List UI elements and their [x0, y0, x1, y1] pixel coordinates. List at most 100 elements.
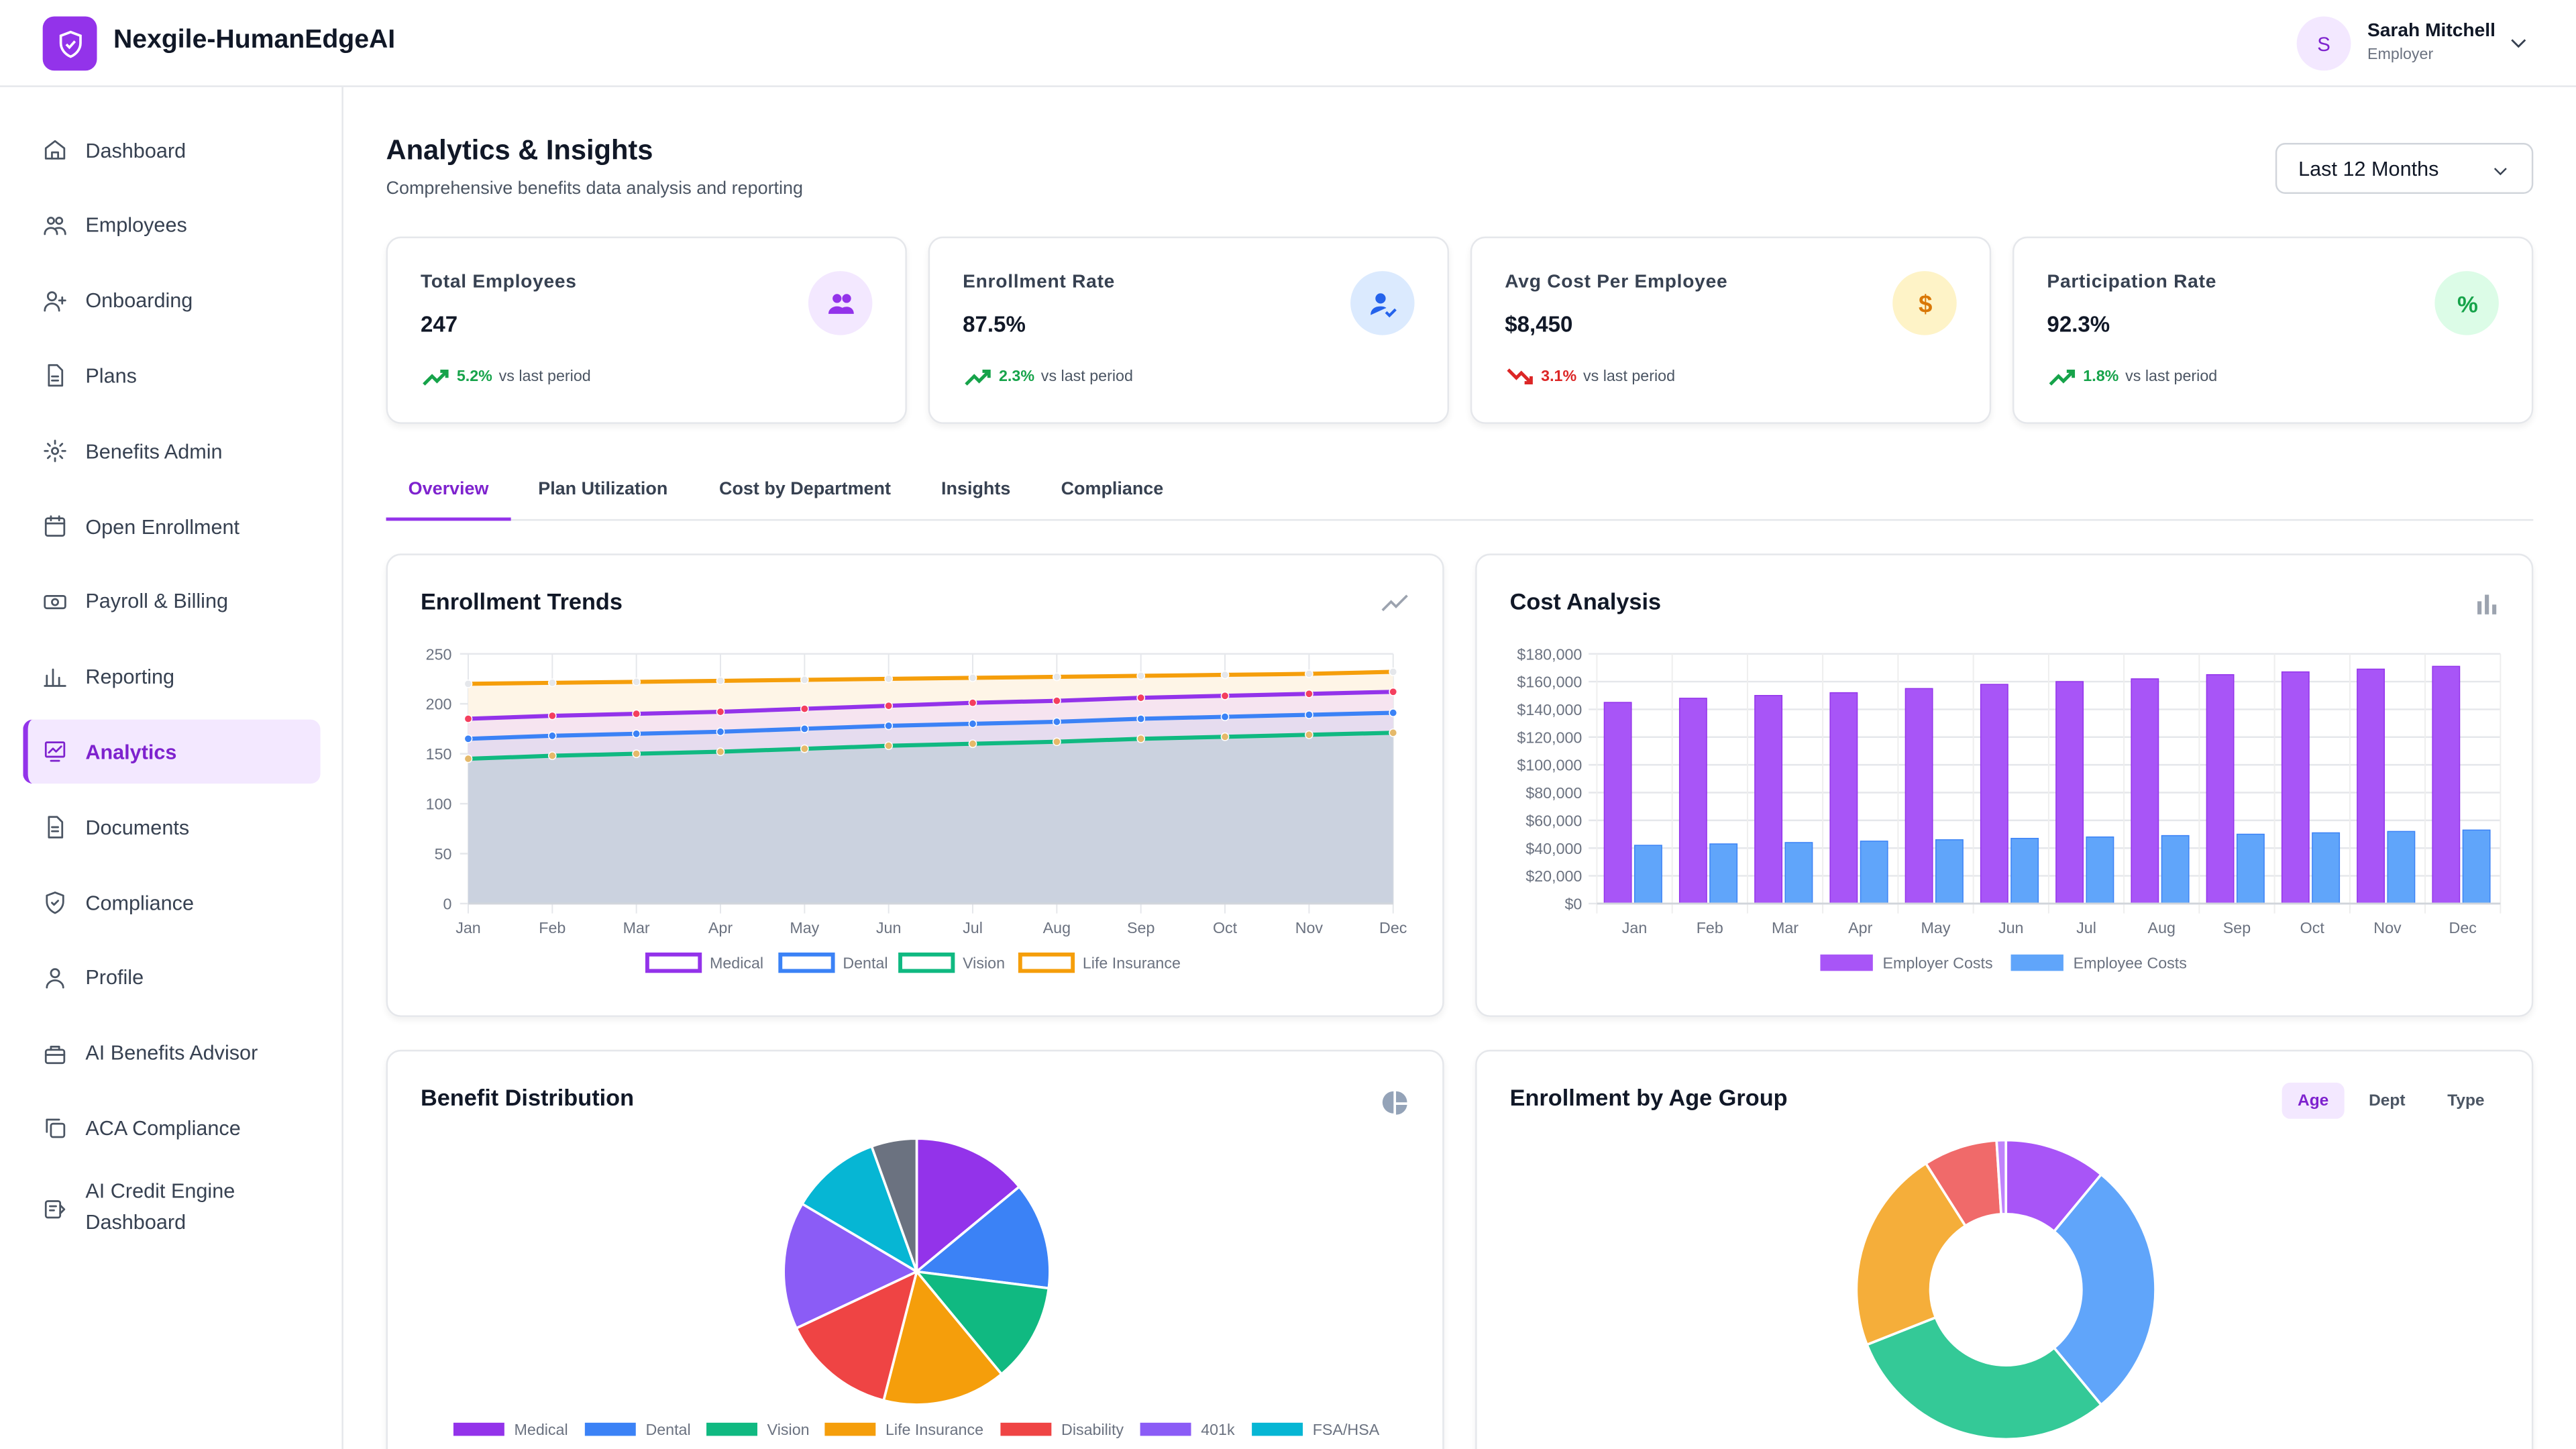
data-point[interactable] [1305, 731, 1313, 739]
sidebar-item-dashboard[interactable]: Dashboard [23, 118, 320, 182]
sidebar-item-ai-benefits-advisor[interactable]: AI Benefits Advisor [23, 1021, 320, 1085]
tab-plan-utilization[interactable]: Plan Utilization [521, 460, 685, 519]
data-point[interactable] [549, 732, 556, 739]
sidebar-item-onboarding[interactable]: Onboarding [23, 269, 320, 333]
sidebar-item-plans[interactable]: Plans [23, 344, 320, 409]
data-point[interactable] [464, 715, 472, 722]
employee-costs-bar[interactable] [1635, 845, 1662, 904]
sidebar-item-benefits-admin[interactable]: Benefits Admin [23, 419, 320, 484]
data-point[interactable] [716, 748, 724, 755]
data-point[interactable] [464, 680, 472, 688]
legend-swatch[interactable] [453, 1423, 504, 1436]
data-point[interactable] [549, 679, 556, 686]
data-point[interactable] [549, 712, 556, 719]
data-point[interactable] [1221, 671, 1228, 678]
employer-costs-bar[interactable] [1905, 688, 1932, 904]
legend-label[interactable]: 401k [1201, 1421, 1235, 1438]
sidebar-item-aca-compliance[interactable]: ACA Compliance [23, 1096, 320, 1161]
data-point[interactable] [1053, 718, 1061, 725]
employer-costs-bar[interactable] [2432, 666, 2459, 904]
legend-swatch[interactable] [706, 1423, 757, 1436]
data-point[interactable] [1221, 713, 1228, 720]
data-point[interactable] [1053, 673, 1061, 680]
employer-costs-bar[interactable] [1830, 693, 1857, 904]
sidebar-item-ai-credit-engine-dashboard[interactable]: AI Credit Engine Dashboard [23, 1167, 320, 1248]
chevron-down-icon[interactable] [2507, 32, 2530, 63]
employee-costs-bar[interactable] [1710, 844, 1737, 904]
data-point[interactable] [969, 740, 976, 747]
logo-shield-icon[interactable] [43, 16, 97, 70]
sidebar-item-profile[interactable]: Profile [23, 946, 320, 1010]
period-select[interactable]: Last 12 Months [2275, 143, 2533, 194]
employee-costs-bar[interactable] [1785, 843, 1812, 904]
data-point[interactable] [464, 735, 472, 743]
legend-swatch[interactable] [1820, 955, 1872, 971]
employer-costs-bar[interactable] [2357, 669, 2384, 903]
tab-overview[interactable]: Overview [386, 460, 511, 521]
data-point[interactable] [1137, 694, 1144, 702]
data-point[interactable] [1305, 670, 1313, 678]
employee-costs-bar[interactable] [2463, 830, 2489, 904]
tab-cost-by-department[interactable]: Cost by Department [702, 460, 909, 519]
legend-label[interactable]: Vision [767, 1421, 810, 1438]
legend-label[interactable]: Employee Costs [2074, 955, 2187, 972]
data-point[interactable] [885, 675, 892, 682]
data-point[interactable] [801, 705, 808, 712]
tab-insights[interactable]: Insights [925, 460, 1027, 519]
legend-label[interactable]: Medical [710, 955, 763, 972]
employer-costs-bar[interactable] [2131, 679, 2158, 904]
sidebar-item-payroll-billing[interactable]: Payroll & Billing [23, 570, 320, 634]
data-point[interactable] [1053, 697, 1061, 704]
legend-label[interactable]: Dental [843, 955, 888, 972]
data-point[interactable] [1053, 738, 1061, 745]
data-point[interactable] [969, 720, 976, 727]
legend-swatch[interactable] [585, 1423, 636, 1436]
legend-label[interactable]: Employer Costs [1883, 955, 1993, 972]
data-point[interactable] [885, 742, 892, 749]
employee-costs-bar[interactable] [2237, 835, 2264, 904]
data-point[interactable] [1389, 668, 1397, 676]
data-point[interactable] [969, 699, 976, 706]
sidebar-item-employees[interactable]: Employees [23, 193, 320, 258]
employee-costs-bar[interactable] [2312, 833, 2339, 903]
data-point[interactable] [801, 745, 808, 753]
data-point[interactable] [633, 710, 640, 717]
user-name[interactable]: Sarah Mitchell [2367, 21, 2496, 41]
data-point[interactable] [1137, 735, 1144, 743]
data-point[interactable] [633, 750, 640, 757]
employer-costs-bar[interactable] [1680, 698, 1707, 904]
data-point[interactable] [633, 678, 640, 686]
employer-costs-bar[interactable] [2282, 672, 2309, 904]
legend-swatch[interactable] [647, 955, 700, 971]
data-point[interactable] [464, 755, 472, 762]
data-point[interactable] [1137, 672, 1144, 680]
employee-costs-bar[interactable] [2086, 837, 2113, 904]
data-point[interactable] [1389, 729, 1397, 737]
sidebar-item-reporting[interactable]: Reporting [23, 645, 320, 709]
employer-costs-bar[interactable] [1755, 696, 1782, 904]
legend-swatch[interactable] [780, 955, 833, 971]
legend-label[interactable]: FSA/HSA [1313, 1421, 1380, 1438]
data-point[interactable] [1221, 733, 1228, 741]
tab-compliance[interactable]: Compliance [1043, 460, 1181, 519]
sidebar-item-compliance[interactable]: Compliance [23, 871, 320, 935]
data-point[interactable] [716, 677, 724, 684]
data-point[interactable] [1389, 709, 1397, 716]
employer-costs-bar[interactable] [1981, 684, 2008, 904]
employee-costs-bar[interactable] [1860, 841, 1887, 904]
data-point[interactable] [885, 702, 892, 709]
data-point[interactable] [885, 722, 892, 729]
data-point[interactable] [633, 730, 640, 737]
employee-costs-bar[interactable] [2161, 836, 2188, 904]
user-avatar[interactable]: S [2297, 16, 2351, 70]
legend-swatch[interactable] [824, 1423, 875, 1436]
legend-swatch[interactable] [2011, 955, 2063, 971]
legend-label[interactable]: Medical [515, 1421, 568, 1438]
employee-costs-bar[interactable] [2011, 839, 2038, 904]
legend-swatch[interactable] [1000, 1423, 1051, 1436]
employer-costs-bar[interactable] [2206, 675, 2233, 904]
data-point[interactable] [1137, 715, 1144, 722]
data-point[interactable] [716, 708, 724, 715]
legend-label[interactable]: Life Insurance [885, 1421, 983, 1438]
sidebar-item-open-enrollment[interactable]: Open Enrollment [23, 494, 320, 559]
